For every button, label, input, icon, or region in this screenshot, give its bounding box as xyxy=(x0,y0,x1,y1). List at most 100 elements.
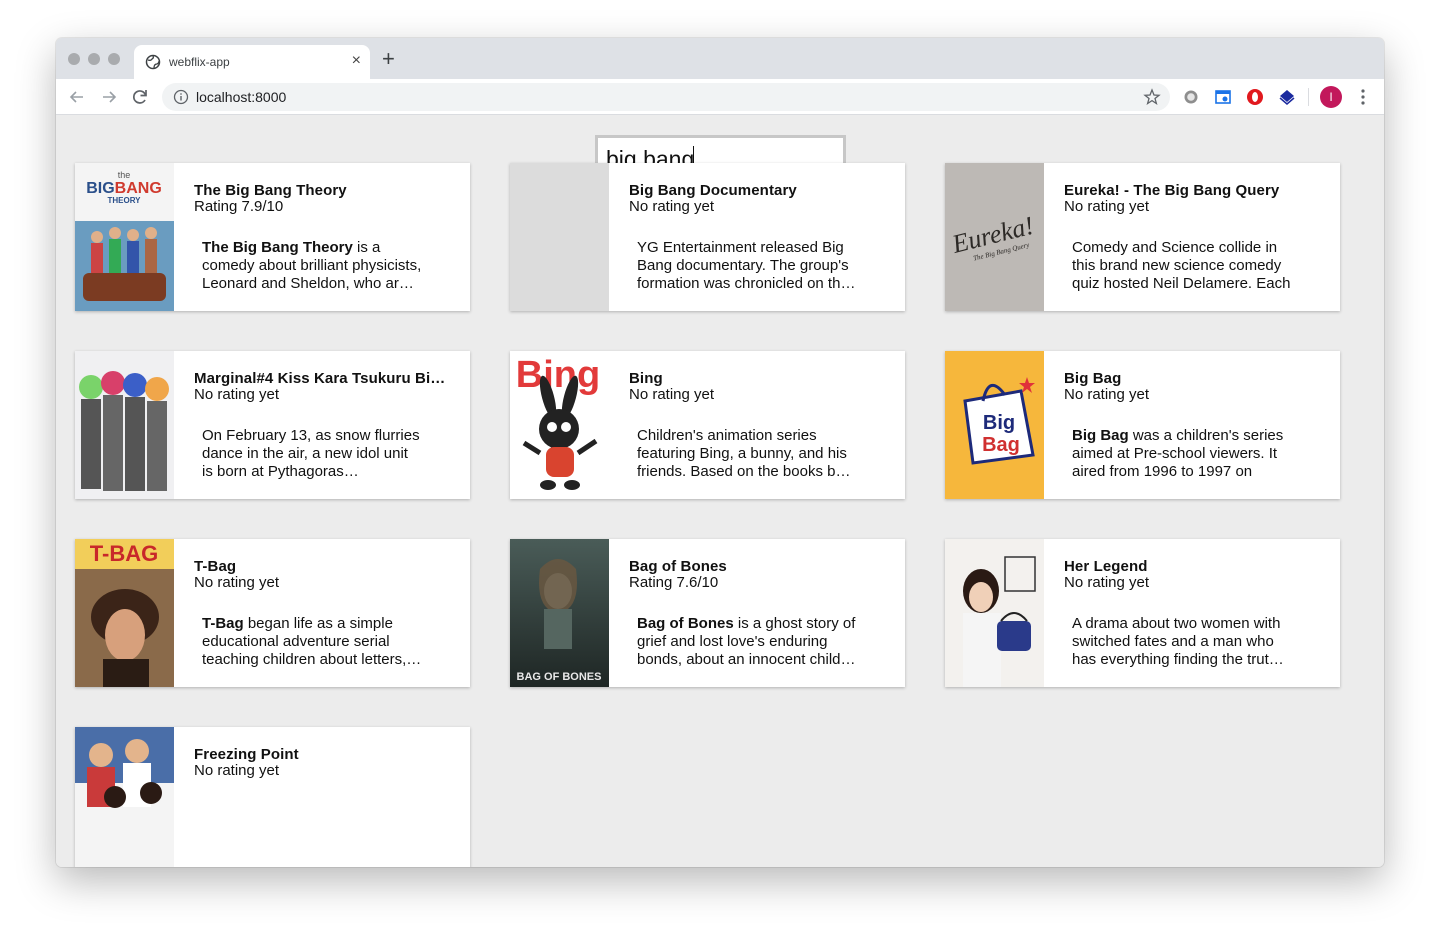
result-title[interactable]: Bing xyxy=(629,370,889,387)
description-line: grief and lost love's enduring xyxy=(637,633,828,650)
poster-image[interactable]: the BIGBANG THEORY xyxy=(75,163,174,311)
result-card[interactable]: BAG OF BONES Bag of Bones Rating 7.6/10 Bag… xyxy=(510,539,905,687)
result-title[interactable]: Marginal#4 Kiss Kara Tsukuru Big Bang xyxy=(194,370,454,387)
poster-image[interactable]: Big Bag xyxy=(945,351,1044,499)
result-description: Big Bag was a children's series aimed at … xyxy=(1072,427,1324,481)
description-bold-title: Bag of Bones xyxy=(637,615,734,632)
result-title[interactable]: Big Bang Documentary xyxy=(629,182,889,199)
poster-image[interactable] xyxy=(945,539,1044,687)
result-title[interactable]: Big Bag xyxy=(1064,370,1324,387)
result-rating: No rating yet xyxy=(1064,574,1150,591)
result-title[interactable]: Bag of Bones xyxy=(629,558,889,575)
result-title[interactable]: T-Bag xyxy=(194,558,454,575)
profile-avatar[interactable]: I xyxy=(1320,86,1342,108)
bookmark-star-icon[interactable] xyxy=(1143,88,1161,106)
result-description: Children's animation series featuring Bin… xyxy=(637,427,889,481)
poster-art: T-BAG xyxy=(75,539,174,687)
poster-image[interactable] xyxy=(75,351,174,499)
poster-image[interactable]: BAG OF BONES xyxy=(510,539,609,687)
svg-text:Big: Big xyxy=(983,412,1015,434)
poster-image[interactable]: T-BAG xyxy=(75,539,174,687)
zoom-window-button[interactable] xyxy=(108,53,120,65)
info-icon[interactable] xyxy=(173,89,189,105)
result-card[interactable]: Big Bang Documentary No rating yet YG Ente… xyxy=(510,163,905,311)
result-rating: No rating yet xyxy=(1064,386,1150,403)
description-line: Bag of Bones is a ghost story of xyxy=(637,615,856,632)
poster-art xyxy=(510,163,609,311)
result-description: Comedy and Science collide in this brand … xyxy=(1072,239,1324,293)
back-arrow-icon[interactable] xyxy=(66,86,88,108)
svg-text:BIGBANG: BIGBANG xyxy=(86,180,162,197)
description-line: aimed at Pre-school viewers. It xyxy=(1072,445,1278,462)
result-card[interactable]: Her Legend No rating yet A drama about two… xyxy=(945,539,1340,687)
page-content: the BIGBANG THEORY The Big Bang TheoryRa… xyxy=(56,115,1384,867)
url-text: localhost:8000 xyxy=(196,89,287,105)
result-rating: No rating yet xyxy=(194,574,280,591)
result-title[interactable]: Eureka! - The Big Bang Query xyxy=(1064,182,1324,199)
forward-arrow-icon[interactable] xyxy=(98,86,120,108)
result-description: A drama about two women with switched fat… xyxy=(1072,615,1324,669)
description-line: dance in the air, a new idol unit xyxy=(202,445,408,462)
browser-toolbar: localhost:8000 I xyxy=(56,79,1384,115)
description-line: formation was chronicled on th… xyxy=(637,275,856,292)
description-line: this brand new science comedy xyxy=(1072,257,1282,274)
poster-art: the BIGBANG THEORY xyxy=(75,163,174,311)
toolbar-divider xyxy=(1308,88,1309,106)
tab-title: webflix-app xyxy=(169,55,230,69)
result-card[interactable]: Freezing Point No rating yet xyxy=(75,727,470,867)
result-description: On February 13, as snow flurries dance in… xyxy=(202,427,454,481)
close-window-button[interactable] xyxy=(68,53,80,65)
minimize-window-button[interactable] xyxy=(88,53,100,65)
result-title[interactable]: Freezing Point xyxy=(194,746,454,763)
result-card[interactable]: T-BAG T-Bag No rating yet T-Bag began life… xyxy=(75,539,470,687)
result-card[interactable]: Bing Bing No rating yet Children's animati… xyxy=(510,351,905,499)
description-line: switched fates and a man who xyxy=(1072,633,1274,650)
poster-art: Big Bag xyxy=(945,351,1044,499)
result-title[interactable]: The Big Bang Theory xyxy=(194,182,454,199)
description-line: quiz hosted Neil Delamere. Each xyxy=(1072,275,1291,292)
browser-tab[interactable]: webflix-app × xyxy=(134,45,370,79)
result-rating: Rating 7.6/10 xyxy=(629,574,719,591)
description-line: T-Bag began life as a simple xyxy=(202,615,393,632)
svg-text:T-BAG: T-BAG xyxy=(90,541,158,566)
poster-image[interactable] xyxy=(510,163,609,311)
poster-image[interactable]: Eureka! The Big Bang Query xyxy=(945,163,1044,311)
result-rating: No rating yet xyxy=(194,762,280,779)
opera-extension-icon[interactable] xyxy=(1246,88,1264,106)
reload-icon[interactable] xyxy=(129,86,151,108)
description-line: Comedy and Science collide in xyxy=(1072,239,1278,256)
description-bold-title: T-Bag xyxy=(202,615,244,632)
poster-image[interactable] xyxy=(75,727,174,867)
result-card[interactable]: Eureka! The Big Bang Query Eureka! - The… xyxy=(945,163,1340,311)
result-description: The Big Bang Theory is a comedy about bri… xyxy=(202,239,454,293)
poster-art: Bing xyxy=(510,351,609,499)
description-line: featuring Bing, a bunny, and his xyxy=(637,445,847,462)
description-line: educational adventure serial xyxy=(202,633,390,650)
description-bold-title: The Big Bang Theory xyxy=(202,239,353,256)
result-card[interactable]: the BIGBANG THEORY The Big Bang Theory Ra… xyxy=(75,163,470,311)
result-rating: No rating yet xyxy=(194,386,280,403)
result-title[interactable]: Her Legend xyxy=(1064,558,1324,575)
layers-extension-icon[interactable] xyxy=(1278,88,1296,106)
result-description: T-Bag began life as a simple educational … xyxy=(202,615,454,669)
close-tab-icon[interactable]: × xyxy=(352,51,361,71)
address-bar[interactable]: localhost:8000 xyxy=(162,83,1170,111)
description-line: comedy about brilliant physicists, xyxy=(202,257,422,274)
result-rating: No rating yet xyxy=(629,386,715,403)
extension-circle-icon[interactable] xyxy=(1182,88,1200,106)
result-rating: Rating 7.9/10 xyxy=(194,198,284,215)
extension-window-icon[interactable] xyxy=(1214,88,1232,106)
poster-art xyxy=(945,539,1044,687)
result-card[interactable]: Marginal#4 Kiss Kara Tsukuru Big Bang No … xyxy=(75,351,470,499)
result-card[interactable]: Big Bag Big Bag No rating yet Big Bag was … xyxy=(945,351,1340,499)
poster-image[interactable]: Bing xyxy=(510,351,609,499)
description-line: is born at Pythagoras… xyxy=(202,463,359,480)
more-menu-icon[interactable] xyxy=(1360,88,1366,106)
svg-text:BAG OF BONES: BAG OF BONES xyxy=(517,671,602,683)
description-line: On February 13, as snow flurries xyxy=(202,427,420,444)
new-tab-button[interactable]: + xyxy=(382,48,395,70)
poster-art: Eureka! The Big Bang Query xyxy=(945,163,1044,311)
tab-strip: webflix-app × + xyxy=(56,38,1384,79)
description-line: bonds, about an innocent child… xyxy=(637,651,856,668)
result-description: YG Entertainment released Big Bang docume… xyxy=(637,239,889,293)
